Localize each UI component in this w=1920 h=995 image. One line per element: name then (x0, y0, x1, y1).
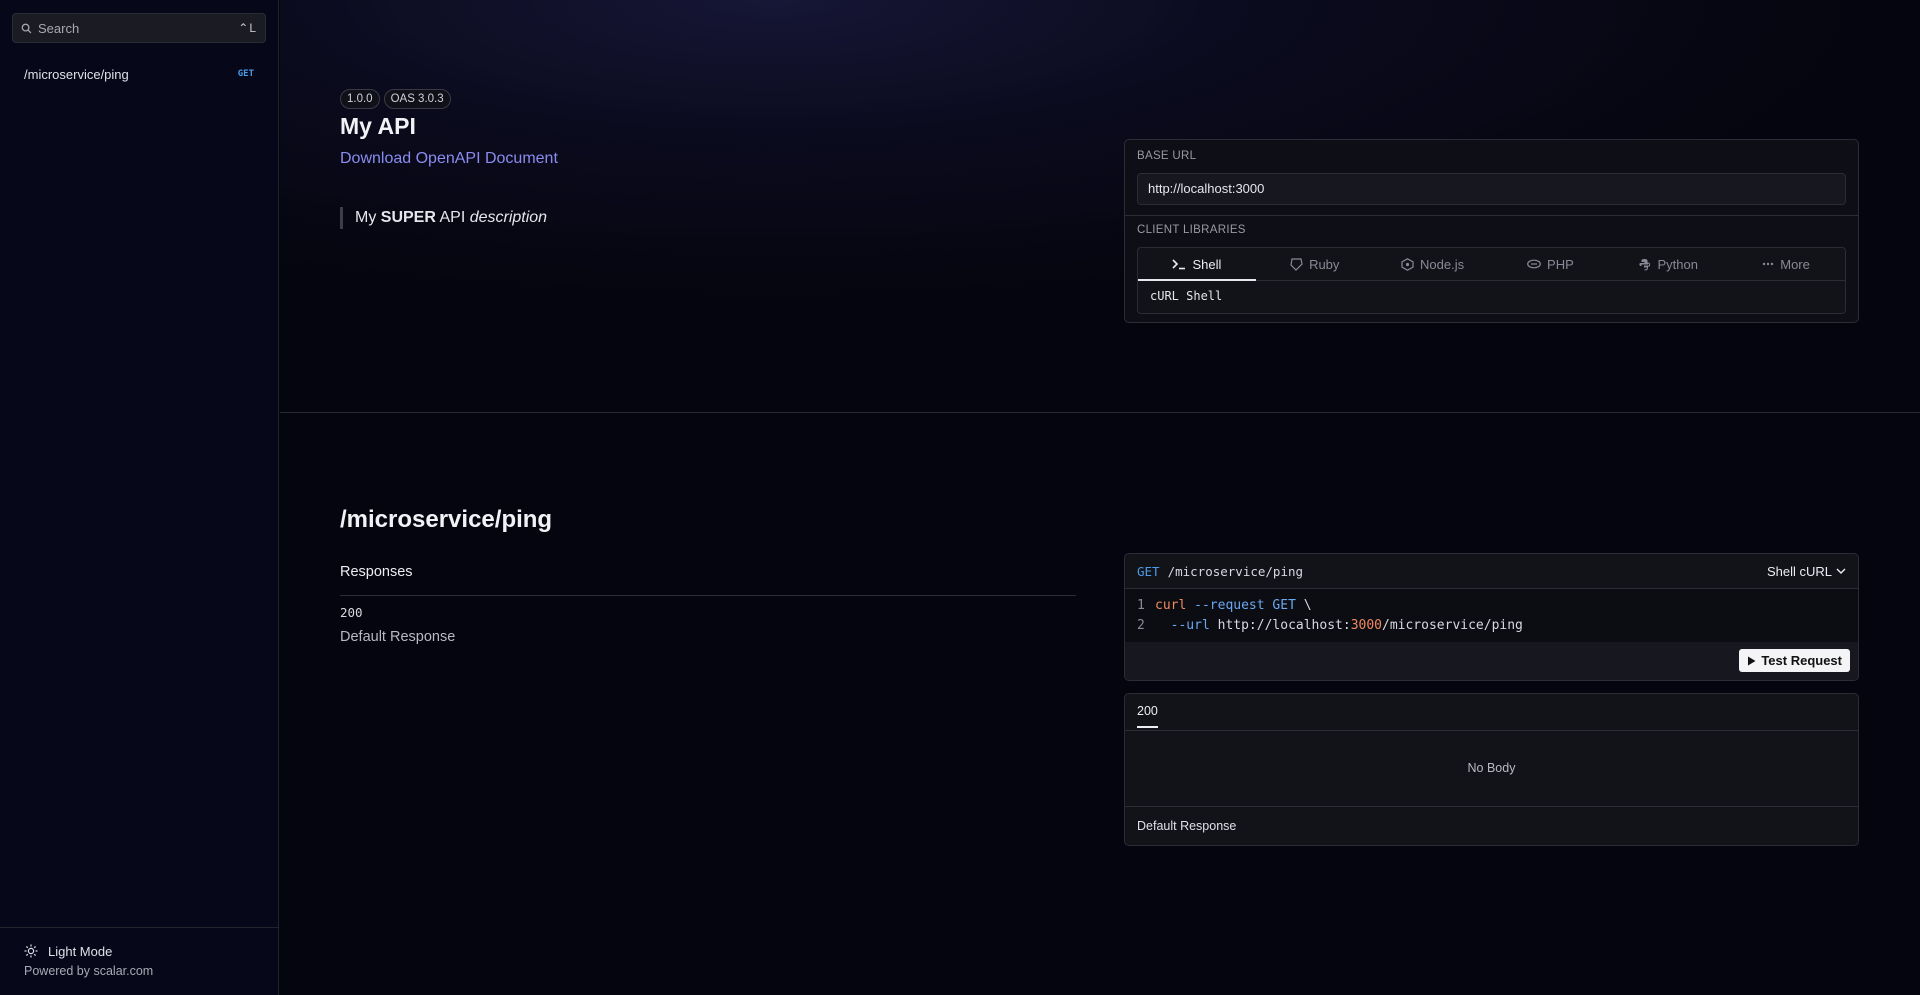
code-token: GET (1272, 598, 1296, 613)
ruby-icon (1290, 257, 1303, 271)
language-select[interactable]: Shell cURL (1767, 564, 1846, 579)
code-token: /microservice/ping (1382, 618, 1523, 633)
tab-label: PHP (1547, 256, 1574, 272)
tab-label: Python (1657, 256, 1698, 272)
client-variant[interactable]: cURL Shell (1138, 281, 1845, 311)
tab-label: Shell (1192, 256, 1222, 272)
oas-badge: OAS 3.0.3 (383, 89, 451, 109)
code-line: 2 --url http://localhost:3000/microservi… (1137, 616, 1858, 636)
tab-php[interactable]: PHP (1491, 248, 1609, 280)
tab-label: More (1780, 256, 1810, 272)
base-url-label: BASE URL (1137, 150, 1197, 162)
chevron-down-icon (1836, 568, 1846, 574)
nodejs-icon (1401, 257, 1414, 271)
response-tabs: 200 (1125, 694, 1858, 731)
divider (1125, 215, 1858, 216)
description-bold: SUPER (380, 209, 436, 226)
code-token: 3000 (1350, 618, 1382, 633)
powered-by-link[interactable]: Powered by scalar.com (24, 964, 279, 978)
search-placeholder: Search (38, 20, 80, 36)
terminal-icon (1172, 259, 1186, 270)
request-footer: Test Request (1125, 642, 1858, 680)
request-header: GET /microservice/ping Shell cURL (1125, 554, 1858, 589)
base-url-input[interactable]: http://localhost:3000 (1137, 173, 1846, 205)
ellipsis-icon (1763, 262, 1774, 266)
method-badge: GET (237, 69, 254, 79)
description-italic: description (469, 209, 548, 226)
response-example-card: 200 No Body Default Response (1124, 693, 1859, 846)
client-libraries-label: CLIENT LIBRARIES (1137, 224, 1246, 236)
sidebar-item-microservice-ping[interactable]: /microservice/ping GET (12, 62, 266, 86)
sidebar: Search ⌃L /microservice/ping GET Light M… (0, 0, 279, 995)
line-number: 1 (1137, 598, 1145, 613)
play-icon (1748, 656, 1756, 665)
code-block: 1 curl --request GET \ 2 --url http://loca… (1125, 589, 1858, 643)
tab-label: Ruby (1309, 256, 1340, 272)
sun-icon (24, 944, 38, 958)
tab-ruby[interactable]: Ruby (1256, 248, 1374, 280)
description-prefix: My (355, 209, 381, 226)
search-shortcut: ⌃L (238, 21, 257, 35)
code-token: --url (1170, 618, 1210, 633)
tab-nodejs[interactable]: Node.js (1374, 248, 1492, 280)
response-description: Default Response (340, 629, 456, 645)
client-config-card: BASE URL http://localhost:3000 CLIENT LI… (1124, 139, 1859, 323)
page-title: My API (340, 113, 416, 139)
code-token: \ (1295, 598, 1312, 613)
language-label: Shell cURL (1766, 563, 1832, 579)
light-mode-toggle[interactable]: Light Mode (24, 942, 279, 960)
divider (340, 595, 1076, 596)
request-path: /microservice/ping (1167, 563, 1304, 579)
code-token: --request (1194, 598, 1265, 613)
section-divider (280, 412, 1920, 413)
client-library-tabs: Shell Ruby Node.js PHP Python More (1138, 248, 1845, 281)
search-input[interactable]: Search ⌃L (12, 13, 266, 43)
version-badges: 1.0.0 OAS 3.0.3 (340, 89, 451, 109)
response-status-code: 200 (340, 605, 363, 620)
search-icon (21, 23, 32, 33)
sidebar-footer: Light Mode Powered by scalar.com (0, 927, 279, 995)
line-number: 2 (1137, 618, 1145, 633)
endpoint-title: /microservice/ping (340, 506, 553, 533)
api-description: My SUPER API description (340, 207, 547, 229)
version-badge: 1.0.0 (340, 89, 380, 109)
request-method: GET (1137, 563, 1160, 579)
tab-shell[interactable]: Shell (1138, 248, 1256, 281)
python-icon (1639, 258, 1651, 270)
response-body: No Body (1125, 730, 1858, 807)
light-mode-label: Light Mode (48, 943, 113, 959)
main-content: 1.0.0 OAS 3.0.3 My API Download OpenAPI … (280, 0, 1920, 995)
response-card-description: Default Response (1137, 819, 1237, 833)
test-request-label: Test Request (1761, 653, 1842, 668)
sidebar-item-label: /microservice/ping (24, 66, 129, 82)
responses-heading: Responses (340, 564, 413, 580)
download-openapi-link[interactable]: Download OpenAPI Document (340, 150, 558, 168)
tab-label: Node.js (1420, 256, 1465, 272)
request-example-card: GET /microservice/ping Shell cURL 1 curl … (1124, 553, 1859, 681)
description-middle: API (435, 209, 470, 226)
code-token: http://localhost: (1209, 618, 1351, 633)
test-request-button[interactable]: Test Request (1739, 649, 1850, 672)
tab-more[interactable]: More (1727, 248, 1845, 280)
tab-python[interactable]: Python (1609, 248, 1727, 280)
code-line: 1 curl --request GET \ (1137, 596, 1858, 616)
client-libraries: Shell Ruby Node.js PHP Python More cURL … (1137, 247, 1846, 314)
code-token: curl (1155, 598, 1187, 613)
php-icon (1527, 259, 1541, 269)
tab-200[interactable]: 200 (1137, 704, 1158, 728)
